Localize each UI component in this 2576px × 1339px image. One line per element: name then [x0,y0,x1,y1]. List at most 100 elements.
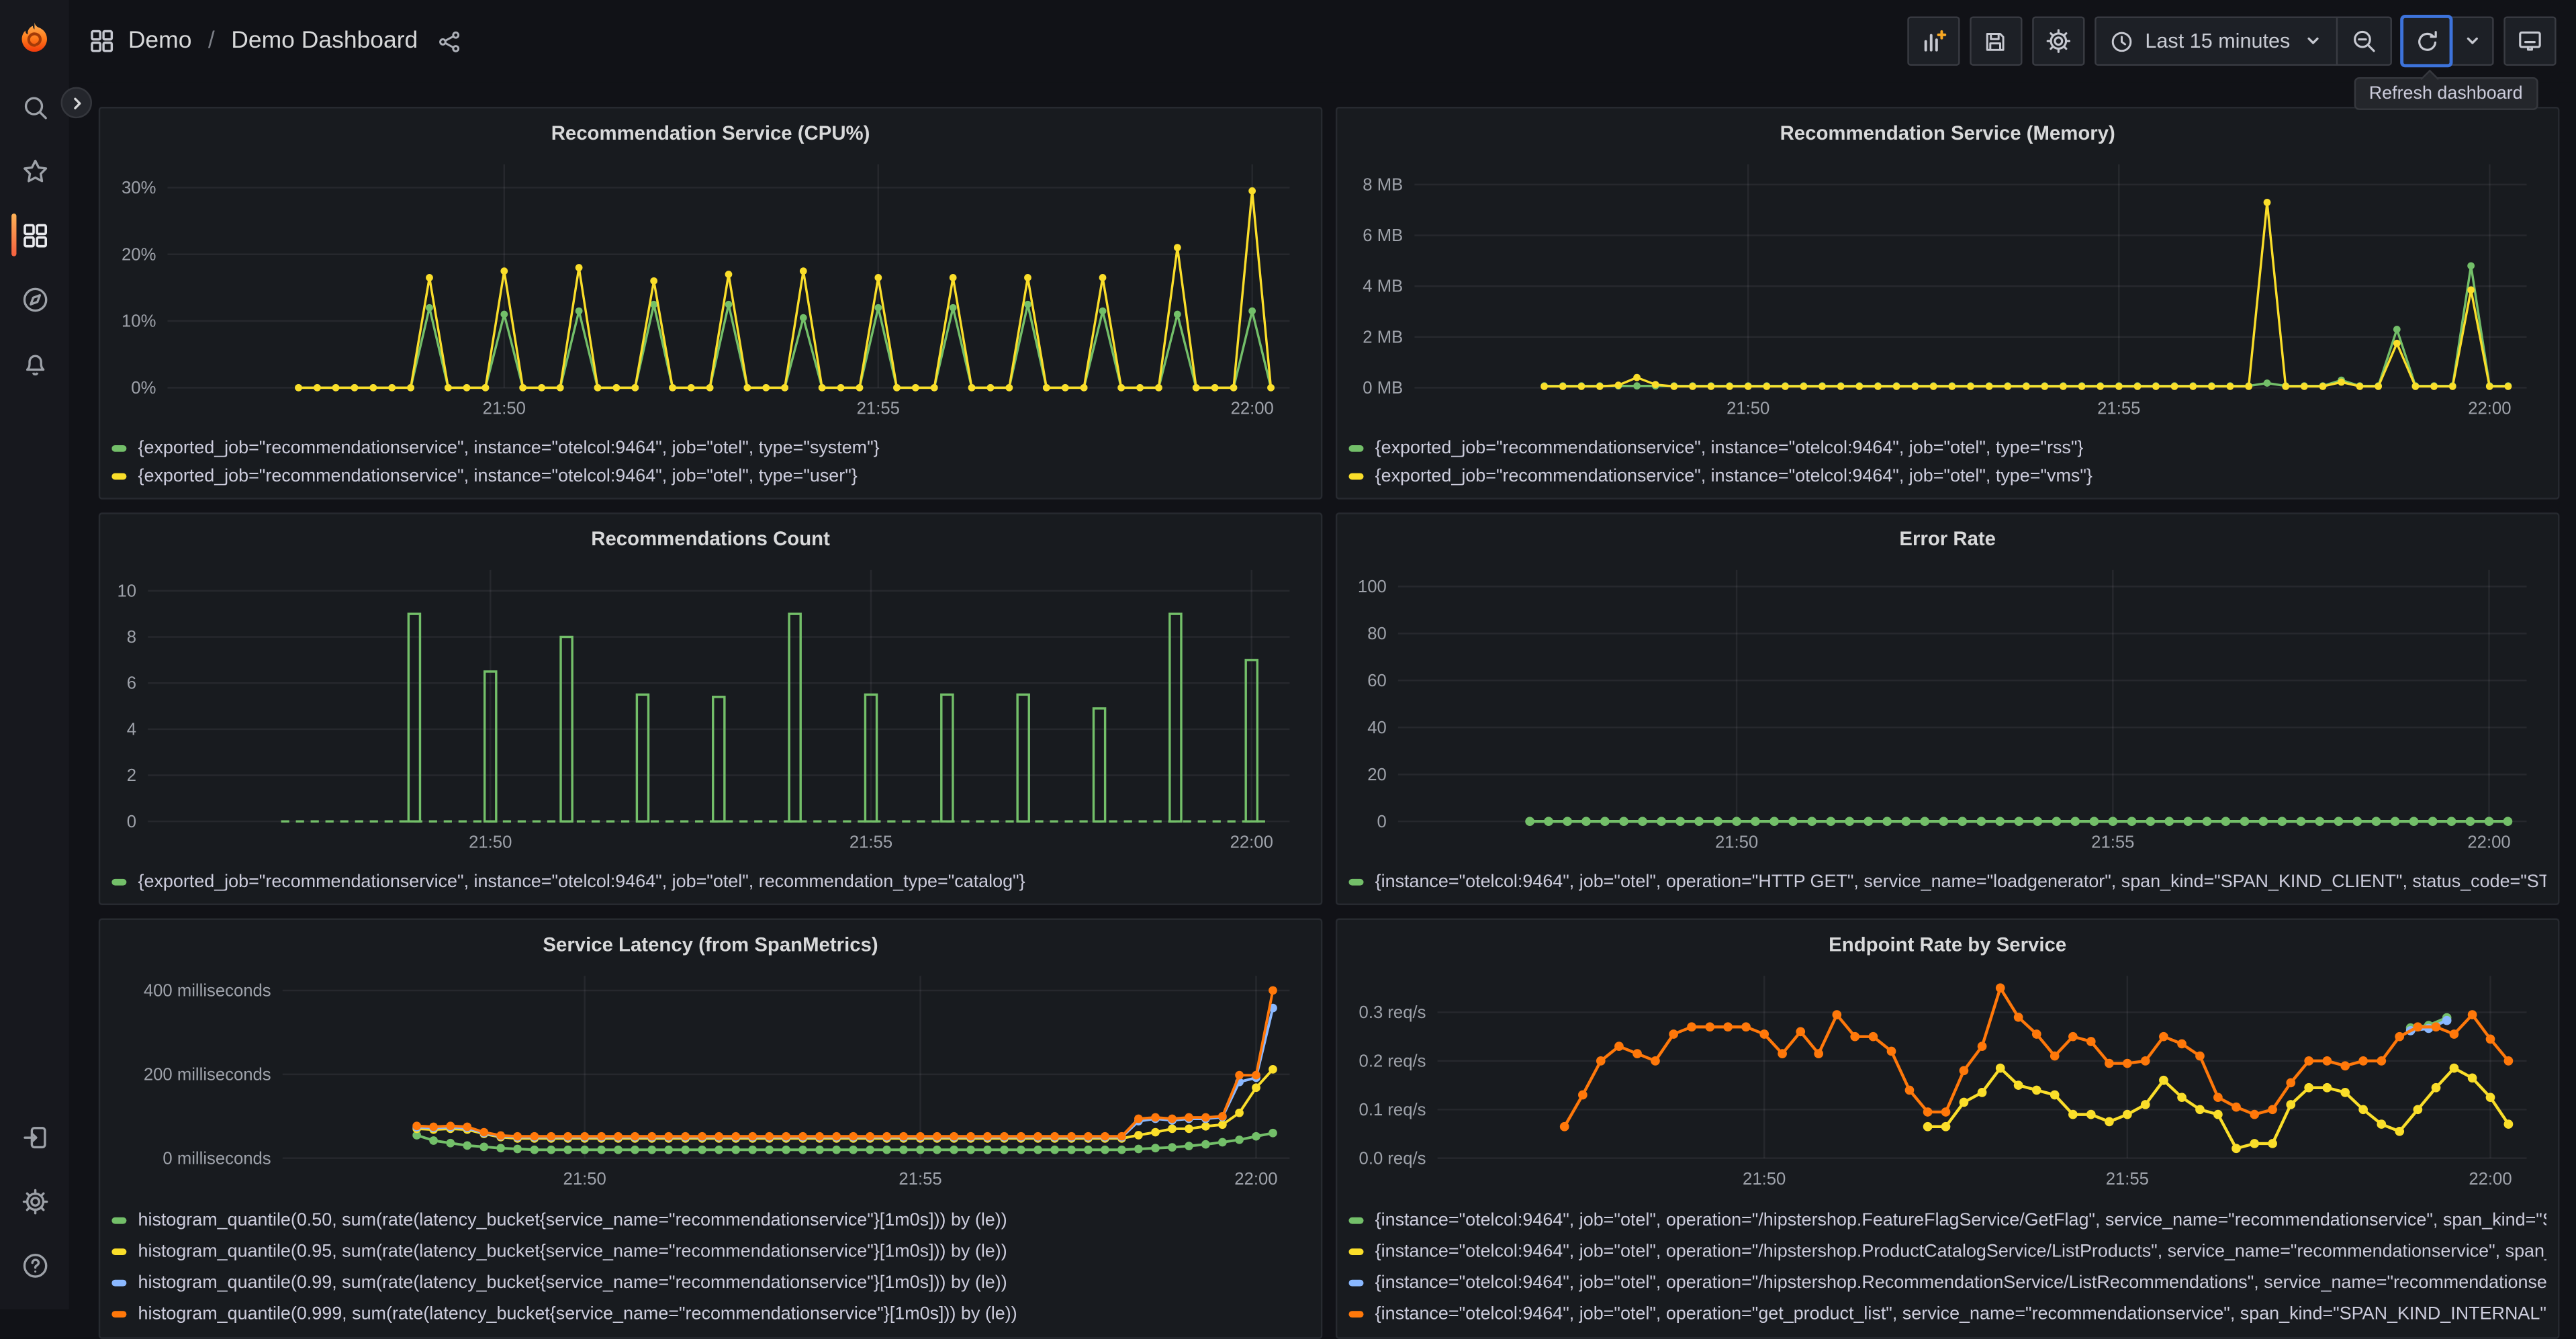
sidebar-expand-button[interactable] [60,87,92,119]
legend-item[interactable]: {instance="otelcol:9464", job="otel", op… [1348,1204,2546,1235]
legend-label: {exported_job="recommendationservice", i… [1375,465,2092,486]
svg-text:21:55: 21:55 [857,399,900,418]
sidebar-item-sign-in[interactable] [0,1111,69,1163]
legend-item[interactable]: {exported_job="recommendationservice", i… [111,868,1309,896]
legend-item[interactable]: {instance="otelcol:9464", job="otel", op… [1348,1236,2546,1266]
panel-recommendation-memory: Recommendation Service (Memory) 0 MB 2 MB… [1335,107,2560,500]
legend-swatch [111,1279,127,1286]
legend-label: histogram_quantile(0.99, sum(rate(latenc… [138,1272,1007,1293]
sidebar-item-settings[interactable] [0,1174,69,1227]
svg-text:0.1 req/s: 0.1 req/s [1359,1101,1426,1119]
gear-icon [2045,29,2070,53]
breadcrumb: Demo / Demo Dashboard [89,28,462,54]
legend-item[interactable]: histogram_quantile(0.99, sum(rate(latenc… [111,1266,1309,1297]
chart-svg[interactable]: 0 20 40 60 80 100 21:50 21:55 22:00 [1348,557,2546,864]
svg-text:60: 60 [1367,672,1387,690]
legend-item[interactable]: {instance="otelcol:9464", job="otel", op… [1348,868,2546,896]
svg-text:21:50: 21:50 [469,833,512,851]
time-series-chart[interactable]: 0.0 req/s 0.1 req/s 0.2 req/s 0.3 req/s 21:5… [1348,963,2546,1201]
panel-legend: {exported_job="recommendationservice", i… [111,864,1309,895]
dashboards-grid-icon [22,223,46,247]
legend-swatch [1348,444,1364,451]
gear-icon [21,1188,48,1214]
chevron-down-icon [2467,37,2478,44]
sidebar-item-starred[interactable] [0,144,69,197]
time-series-chart[interactable]: 0% 10% 20% 30% 21:50 21:55 22:00 [111,151,1309,430]
zoom-out-button[interactable] [2338,18,2390,64]
legend-item[interactable]: {instance="otelcol:9464", job="otel", op… [1348,1266,2546,1297]
legend-item[interactable]: {instance="otelcol:9464", job="otel", op… [1348,1298,2546,1329]
chevron-right-icon [73,97,81,109]
panel-service-latency: Service Latency (from SpanMetrics) 0 mil… [98,918,1323,1339]
panel-title[interactable]: Recommendation Service (CPU%) [111,117,1309,151]
legend-swatch [111,878,127,885]
panel-legend: {instance="otelcol:9464", job="otel", op… [1348,1201,2546,1329]
legend-item[interactable]: histogram_quantile(0.999, sum(rate(laten… [111,1298,1309,1329]
legend-item[interactable]: {exported_job="recommendationservice", i… [1348,461,2546,490]
sidebar-item-alerting[interactable] [0,337,69,389]
dashboard-settings-button[interactable] [2031,16,2084,66]
cycle-view-mode-button[interactable] [2503,16,2557,66]
legend-item[interactable]: histogram_quantile(0.50, sum(rate(latenc… [111,1204,1309,1235]
svg-text:0: 0 [127,813,136,831]
panel-title[interactable]: Error Rate [1348,522,2546,557]
sidebar-item-dashboards[interactable] [0,209,69,261]
panel-title[interactable]: Endpoint Rate by Service [1348,928,2546,962]
panel-recommendation-cpu: Recommendation Service (CPU%) 0% 10% 20% 30… [98,107,1323,500]
panel-recommendations-count: Recommendations Count 0 2 4 6 8 10 21:50 21:55 2… [98,512,1323,905]
svg-text:21:55: 21:55 [2097,399,2140,418]
svg-text:22:00: 22:00 [1234,1170,1277,1189]
chart-svg[interactable]: 0 MB 2 MB 4 MB 6 MB 8 MB 21:50 21:55 22:00 [1348,151,2546,430]
legend-label: histogram_quantile(0.50, sum(rate(latenc… [138,1209,1007,1230]
chevron-down-icon [2307,37,2319,44]
breadcrumb-section[interactable]: Demo [128,28,192,54]
legend-swatch [111,472,127,479]
legend-swatch [1348,472,1364,479]
legend-label: histogram_quantile(0.999, sum(rate(laten… [138,1303,1017,1324]
grafana-app: Demo / Demo Dashboard Last 15 minutes Re… [0,0,2576,1339]
panel-title[interactable]: Recommendation Service (Memory) [1348,117,2546,151]
chart-svg[interactable]: 0 2 4 6 8 10 21:50 21:55 22:00 [111,557,1309,864]
svg-text:10%: 10% [122,312,156,331]
svg-text:21:55: 21:55 [2091,833,2134,851]
add-panel-button[interactable] [1906,16,1960,66]
sidebar-item-search[interactable] [0,81,69,133]
time-range-group: Last 15 minutes [2094,16,2392,66]
refresh-icon [2417,30,2436,50]
legend-item[interactable]: {exported_job="recommendationservice", i… [111,434,1309,462]
sidebar [0,0,69,1309]
legend-item[interactable]: histogram_quantile(0.95, sum(rate(latenc… [111,1236,1309,1266]
time-range-label: Last 15 minutes [2145,30,2291,53]
panel-legend: histogram_quantile(0.50, sum(rate(latenc… [111,1201,1309,1329]
chart-svg[interactable]: 0% 10% 20% 30% 21:50 21:55 22:00 [111,151,1309,430]
star-icon [22,158,46,182]
time-series-chart[interactable]: 0 MB 2 MB 4 MB 6 MB 8 MB 21:50 21:55 22:00 [1348,151,2546,430]
breadcrumb-page[interactable]: Demo Dashboard [231,28,418,54]
sign-in-icon [23,1125,46,1148]
sidebar-item-explore[interactable] [0,273,69,325]
legend-label: {instance="otelcol:9464", job="otel", op… [1375,1241,2546,1261]
grafana-logo-icon[interactable] [15,19,54,59]
sidebar-item-help[interactable] [0,1239,69,1291]
chart-svg[interactable]: 0 milliseconds 200 milliseconds 400 millis… [111,963,1309,1201]
legend-swatch [111,1216,127,1223]
svg-text:21:50: 21:50 [1715,833,1758,851]
legend-item[interactable]: {exported_job="recommendationservice", i… [111,461,1309,490]
time-series-chart[interactable]: 0 2 4 6 8 10 21:50 21:55 22:00 [111,557,1309,864]
time-series-chart[interactable]: 0 20 40 60 80 100 21:50 21:55 22:00 [1348,557,2546,864]
svg-text:21:50: 21:50 [1743,1170,1786,1189]
legend-item[interactable]: {exported_job="recommendationservice", i… [1348,434,2546,462]
svg-text:22:00: 22:00 [1231,399,1274,418]
time-series-chart[interactable]: 0 milliseconds 200 milliseconds 400 millis… [111,963,1309,1201]
legend-label: {exported_job="recommendationservice", i… [1375,437,2084,458]
time-picker-button[interactable]: Last 15 minutes [2096,18,2336,64]
share-icon[interactable] [438,29,463,54]
panel-title[interactable]: Service Latency (from SpanMetrics) [111,928,1309,962]
refresh-dashboard-button[interactable] [2400,15,2453,68]
chart-svg[interactable]: 0.0 req/s 0.1 req/s 0.2 req/s 0.3 req/s 21:5… [1348,963,2546,1201]
refresh-interval-picker[interactable] [2452,18,2492,64]
panel-title[interactable]: Recommendations Count [111,522,1309,557]
search-icon [24,96,46,119]
svg-text:6: 6 [127,674,136,693]
save-dashboard-button[interactable] [1969,16,2022,66]
